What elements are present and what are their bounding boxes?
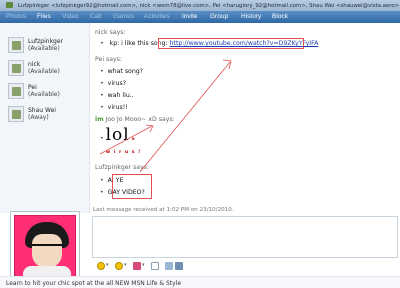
- contact-name: Shau Wei: [28, 107, 56, 114]
- contact-avatar: [8, 37, 24, 53]
- window-title-bar: Lufzpinkger <lufzpinkger92@hotmail.com>,…: [0, 0, 400, 11]
- contact-shau-wei[interactable]: Shau Wei (Away): [8, 106, 88, 124]
- contact-avatar: [8, 60, 24, 76]
- chevron-down-icon[interactable]: ▾: [142, 262, 145, 268]
- menu-activities[interactable]: Activities: [144, 13, 170, 20]
- chevron-down-icon[interactable]: ▾: [124, 262, 127, 268]
- menu-call[interactable]: Call: [90, 13, 101, 20]
- contact-status: (Available): [28, 68, 60, 75]
- messenger-icon: [6, 2, 13, 8]
- highlight-box-link: [158, 38, 304, 49]
- menu-files[interactable]: Files: [37, 13, 51, 20]
- sender-emote: im Joo Jo Mooo~ xD says:: [95, 116, 175, 123]
- lol-text: lol: [105, 125, 130, 145]
- conversation-pane: nick says: kp: i like this song: http://…: [92, 25, 398, 215]
- menu-group[interactable]: Group: [210, 13, 228, 20]
- window-title: Lufzpinkger <lufzpinkger92@hotmail.com>,…: [17, 3, 400, 9]
- wink-icon[interactable]: [115, 262, 123, 270]
- lol-message: • lol x: [100, 125, 136, 145]
- message-item: virus!!: [100, 104, 128, 111]
- contact-lufzpinkger[interactable]: Lufzpinkger (Available): [8, 37, 88, 55]
- menu-bar: Photos Files Video Call Games Activities…: [0, 11, 400, 23]
- contact-name: Lufzpinkger: [28, 38, 64, 45]
- message-input[interactable]: [92, 216, 398, 258]
- gift-icon[interactable]: [133, 262, 141, 270]
- contact-sidebar: Lufzpinkger (Available) nick (Available)…: [0, 23, 90, 213]
- highlight-box-reply: [112, 174, 152, 199]
- contact-nick[interactable]: nick (Available): [8, 60, 88, 78]
- chevron-down-icon[interactable]: ▾: [106, 262, 109, 268]
- message-item: wah liu..: [100, 92, 134, 99]
- contact-avatar: [8, 83, 24, 99]
- my-display-picture[interactable]: ▾: [10, 211, 80, 281]
- contact-status: (Available): [28, 91, 60, 98]
- font-icon[interactable]: [151, 262, 159, 270]
- menu-invite[interactable]: Invite: [182, 13, 198, 20]
- lol-sub-x: x: [131, 137, 136, 142]
- handwriting-icon[interactable]: [175, 262, 183, 270]
- emoticon-im: im: [95, 116, 104, 123]
- ink-icon[interactable]: [165, 262, 173, 270]
- format-toolbar: ▾ ▾ ▾: [93, 261, 398, 273]
- contact-status: (Away): [28, 114, 49, 121]
- emoticon-icon[interactable]: [97, 262, 105, 270]
- sender-lufzpinkger: Lufzpinkger says:: [95, 164, 150, 171]
- last-message-status: Last message received at 1:02 PM on 23/1…: [93, 207, 234, 213]
- contact-avatar: [8, 106, 24, 122]
- sender-name: Joo Jo Mooo~ xD says:: [105, 116, 175, 123]
- menu-photos[interactable]: Photos: [6, 13, 26, 20]
- menu-history[interactable]: History: [241, 13, 261, 20]
- footer-ad[interactable]: Learn to hit your chic spot at the all N…: [0, 276, 400, 288]
- menu-games[interactable]: Games: [113, 13, 134, 20]
- contact-status: (Available): [28, 45, 60, 52]
- message-item: what song?: [100, 68, 143, 75]
- contact-name: Pei: [28, 84, 37, 91]
- sender-nick: nick says:: [95, 29, 126, 36]
- sender-pei: Pei says:: [95, 56, 122, 63]
- contact-pei[interactable]: Pei (Available): [8, 83, 88, 101]
- menu-video[interactable]: Video: [62, 13, 79, 20]
- lol-caption: w i r u s !: [106, 150, 142, 155]
- message-item: virus?: [100, 80, 126, 87]
- menu-block[interactable]: Block: [272, 13, 288, 20]
- contact-name: nick: [28, 61, 41, 68]
